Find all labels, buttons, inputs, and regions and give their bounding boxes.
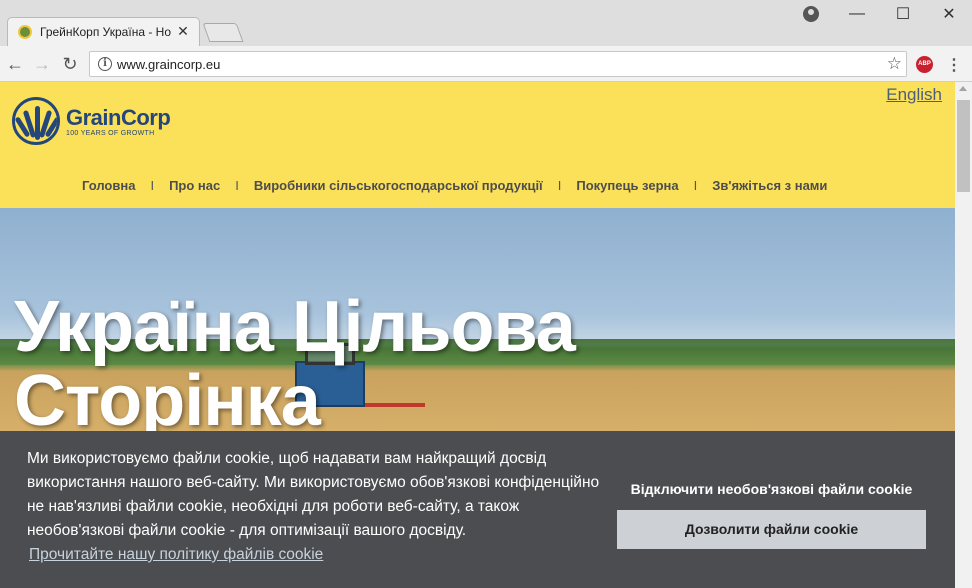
back-button[interactable]: ← — [3, 52, 27, 76]
forward-button[interactable]: → — [30, 52, 54, 76]
nav-item-producers[interactable]: Виробники сільськогосподарської продукці… — [254, 178, 543, 193]
main-navigation: Головна I Про нас I Виробники сільського… — [82, 178, 827, 193]
hero-title-line2: Сторінка — [14, 361, 321, 441]
tab-title: ГрейнКорп Україна - Но — [40, 25, 171, 39]
page-scrollbar[interactable] — [955, 82, 972, 588]
page-viewport: English GrainCorp 100 YEARS OF GROWTH Го… — [0, 82, 955, 588]
cookie-policy-link[interactable]: Прочитайте нашу політику файлів cookie — [29, 546, 323, 564]
tab-close-icon[interactable]: ✕ — [175, 23, 191, 39]
adblock-extension-icon[interactable]: ABP — [916, 56, 933, 73]
cookie-consent-banner: Ми використовуємо файли cookie, щоб нада… — [0, 431, 955, 588]
profile-icon[interactable] — [803, 6, 819, 22]
new-tab-button[interactable] — [202, 23, 244, 42]
graincorp-logo[interactable]: GrainCorp 100 YEARS OF GROWTH — [12, 97, 171, 145]
reload-button[interactable]: ↻ — [58, 52, 82, 76]
browser-tab[interactable]: ГрейнКорп Україна - Но ✕ — [7, 17, 200, 46]
address-bar[interactable]: i www.graincorp.eu ☆ — [89, 51, 907, 77]
scroll-up-arrow-icon[interactable] — [959, 86, 967, 91]
nav-separator: I — [150, 178, 155, 193]
minimize-button[interactable]: — — [834, 0, 880, 28]
decline-optional-cookies-button[interactable]: Відключити необов'язкові файли cookie — [617, 481, 926, 497]
browser-toolbar: ← → ↻ i www.graincorp.eu ☆ ABP ⋮ — [0, 46, 972, 82]
hero-title: Україна Цільова Сторінка — [14, 287, 576, 441]
cookie-message: Ми використовуємо файли cookie, щоб нада… — [27, 450, 600, 539]
scrollbar-thumb[interactable] — [957, 100, 970, 192]
allow-cookies-button[interactable]: Дозволити файли cookie — [617, 510, 926, 549]
language-switch-link[interactable]: English — [886, 85, 942, 105]
nav-item-home[interactable]: Головна — [82, 178, 135, 193]
hero-title-line1: Україна Цільова — [14, 287, 576, 367]
browser-titlebar: ГрейнКорп Україна - Но ✕ — ☐ ✕ — [0, 0, 972, 46]
nav-separator: I — [235, 178, 239, 193]
browser-menu-icon[interactable]: ⋮ — [946, 55, 962, 75]
maximize-button[interactable]: ☐ — [880, 0, 926, 28]
graincorp-favicon-icon — [18, 25, 32, 39]
close-window-button[interactable]: ✕ — [926, 0, 972, 28]
site-info-icon[interactable]: i — [98, 57, 112, 71]
nav-separator: I — [557, 178, 562, 193]
nav-separator: I — [693, 178, 698, 193]
nav-item-grain-buyer[interactable]: Покупець зерна — [576, 178, 678, 193]
bookmark-star-icon[interactable]: ☆ — [887, 54, 902, 74]
url-text[interactable]: www.graincorp.eu — [117, 57, 220, 72]
logo-name: GrainCorp — [66, 104, 171, 130]
site-header: English GrainCorp 100 YEARS OF GROWTH Го… — [0, 82, 955, 208]
wheat-logo-icon — [12, 97, 60, 145]
nav-item-contact[interactable]: Зв'яжіться з нами — [712, 178, 827, 193]
logo-tagline: 100 YEARS OF GROWTH — [66, 129, 155, 137]
nav-item-about[interactable]: Про нас — [169, 178, 220, 193]
